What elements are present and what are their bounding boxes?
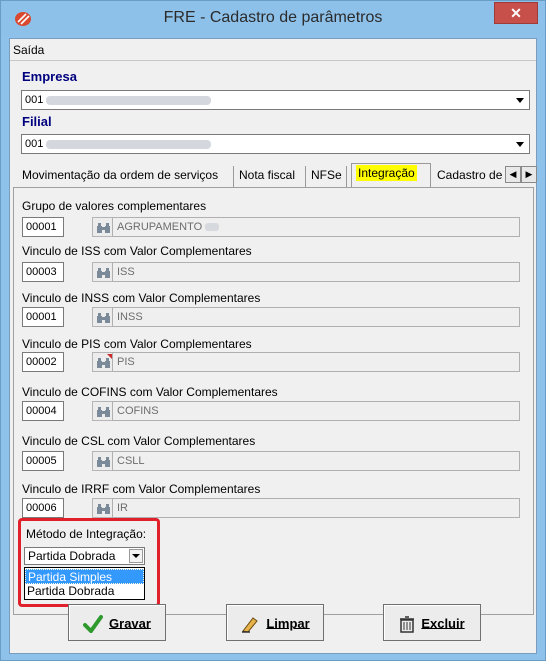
clear-button[interactable]: Limpar <box>226 604 324 641</box>
tab-nota-fiscal[interactable]: Nota fiscal <box>235 166 306 187</box>
desc-field-pis: PIS <box>112 352 520 372</box>
save-label: Gravar <box>109 616 151 632</box>
binoculars-icon[interactable] <box>92 262 114 282</box>
close-button[interactable]: ✕ <box>494 2 538 24</box>
code-input-grupo[interactable]: 00001 <box>22 217 64 237</box>
field-label-pis: Vinculo de PIS com Valor Complementares <box>22 337 252 351</box>
code-input-csl[interactable]: 00005 <box>22 451 64 471</box>
code-input-inss[interactable]: 00001 <box>22 307 64 327</box>
empresa-select[interactable]: 001 <box>21 90 530 110</box>
binoculars-icon[interactable] <box>92 217 114 237</box>
desc-field-cofins: COFINS <box>112 401 520 421</box>
code-input-pis[interactable]: 00002 <box>22 352 64 372</box>
field-label-irrf: Vinculo de IRRF com Valor Complementares <box>22 482 261 496</box>
method-option-partida-dobrada[interactable]: Partida Dobrada <box>25 584 144 599</box>
desc-field-iss: ISS <box>112 262 520 282</box>
save-button[interactable]: Gravar <box>68 604 166 641</box>
method-selected-value: Partida Dobrada <box>28 549 116 563</box>
binoculars-icon[interactable] <box>92 401 114 421</box>
tab-nfse[interactable]: NFSe <box>307 166 347 187</box>
method-dropdown-list: Partida Simples Partida Dobrada <box>24 567 145 600</box>
menu-exit[interactable]: Saída <box>13 43 44 57</box>
desc-text-grupo: AGRUPAMENTO <box>117 221 203 233</box>
field-label-cofins: Vinculo de COFINS com Valor Complementar… <box>22 385 278 399</box>
tab-cadastro[interactable]: Cadastro de <box>433 166 511 187</box>
tab-scroll-right-icon[interactable]: ▶ <box>521 166 537 183</box>
code-input-irrf[interactable]: 00006 <box>22 498 64 518</box>
desc-field-csl: CSLL <box>112 451 520 471</box>
field-label-csl: Vinculo de CSL com Valor Complementares <box>22 434 256 448</box>
tab-scroll-left-icon[interactable]: ◀ <box>505 166 521 183</box>
method-label: Método de Integração: <box>26 527 147 541</box>
field-label-grupo: Grupo de valores complementares <box>22 199 207 213</box>
title-bar[interactable]: FRE - Cadastro de parâmetros ✕ <box>1 1 545 37</box>
method-select[interactable]: Partida Dobrada <box>24 547 145 565</box>
window-title: FRE - Cadastro de parâmetros <box>163 9 383 26</box>
menu-bar: Saída <box>10 39 536 60</box>
filial-select[interactable]: 001 <box>21 134 530 154</box>
desc-field-inss: INSS <box>112 307 520 327</box>
filial-name-redacted <box>46 140 211 149</box>
desc-field-irrf: IR <box>112 498 520 518</box>
filial-value: 001 <box>25 138 44 150</box>
eraser-icon <box>242 616 259 633</box>
field-label-inss: Vinculo de INSS com Valor Complementares <box>22 291 261 305</box>
binoculars-icon[interactable] <box>92 498 114 518</box>
binoculars-icon[interactable] <box>92 451 114 471</box>
tab-integracao-label: Integração <box>356 165 417 181</box>
filial-label: Filial <box>22 114 52 129</box>
binoculars-icon[interactable] <box>92 307 114 327</box>
chevron-down-icon[interactable] <box>129 549 143 563</box>
tab-bar: Movimentação da ordem de serviços Nota f… <box>18 163 538 188</box>
delete-button[interactable]: Excluir <box>383 604 481 641</box>
empresa-label: Empresa <box>22 69 77 84</box>
code-input-cofins[interactable]: 00004 <box>22 401 64 421</box>
empresa-value: 001 <box>25 94 44 106</box>
empresa-name-redacted <box>46 96 211 105</box>
menu-divider <box>10 60 536 61</box>
binoculars-icon[interactable] <box>92 352 114 372</box>
method-option-partida-simples[interactable]: Partida Simples <box>25 569 144 584</box>
clear-label: Limpar <box>266 616 310 632</box>
tab-integracao[interactable]: Integração <box>351 163 431 188</box>
trash-icon <box>400 615 415 633</box>
desc-field-grupo: AGRUPAMENTO <box>112 217 520 237</box>
field-label-iss: Vinculo de ISS com Valor Complementares <box>22 244 252 258</box>
client-area: Saída Empresa 001 Filial 001 Movimentaçã… <box>9 38 537 654</box>
code-input-iss[interactable]: 00003 <box>22 262 64 282</box>
chevron-down-icon[interactable] <box>512 136 528 152</box>
tab-movimentacao[interactable]: Movimentação da ordem de serviços <box>18 166 234 187</box>
delete-label: Excluir <box>421 616 465 632</box>
check-icon <box>83 614 104 633</box>
chevron-down-icon[interactable] <box>512 92 528 108</box>
main-window: FRE - Cadastro de parâmetros ✕ Saída Emp… <box>0 0 546 661</box>
